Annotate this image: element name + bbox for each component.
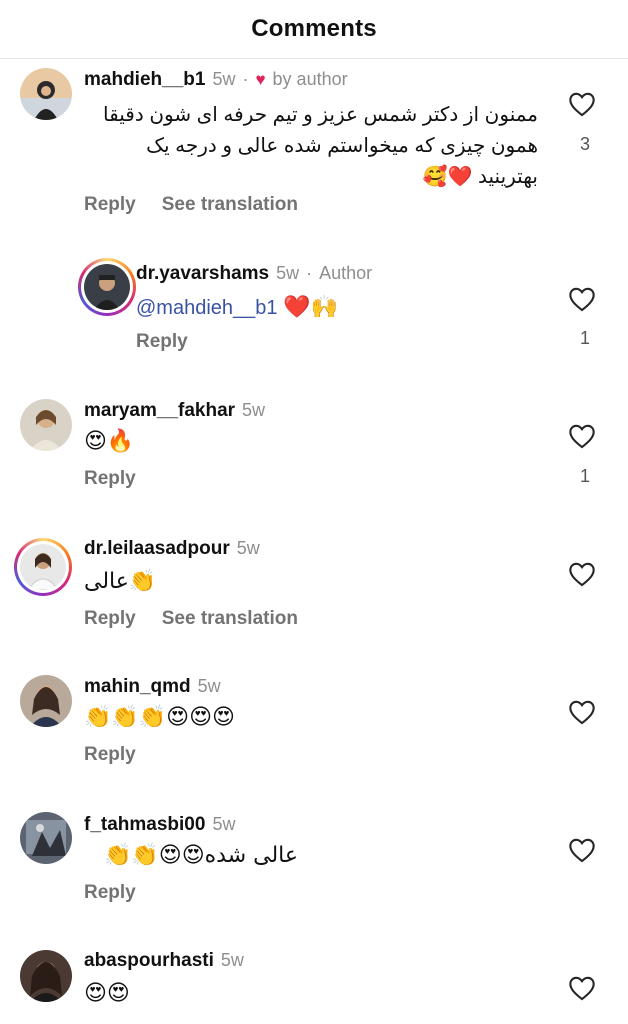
reply-button[interactable]: Reply [84, 608, 136, 630]
avatar-story-ring[interactable] [14, 538, 72, 596]
comment-reply-item: dr.yavarshams 5w · Author @mahdieh__b1 ❤… [0, 258, 628, 368]
username[interactable]: maryam__fakhar [84, 400, 235, 422]
comment-meta: dr.leilaasadpour 5w [84, 538, 260, 560]
comment-actions: Reply [84, 468, 136, 490]
comment-text: ممنون از دکتر شمس عزیز و تیم حرفه ای شون… [84, 100, 538, 193]
comment-emoji: 😍🔥 [84, 429, 135, 454]
like-count: 3 [579, 134, 590, 154]
comment-text: عالی👏 [84, 566, 156, 598]
comments-header: Comments [0, 0, 628, 58]
reply-button[interactable]: Reply [136, 331, 188, 353]
author-badge: Author [319, 263, 373, 283]
timestamp: 5w [276, 263, 300, 283]
reply-button[interactable]: Reply [84, 194, 136, 216]
comment-item: dr.leilaasadpour 5w عالی👏 Reply See tran… [0, 536, 628, 646]
comment-actions: Reply See translation [84, 608, 298, 630]
comment-actions: Reply [136, 331, 188, 353]
avatar[interactable] [20, 812, 72, 864]
liked-by-author-label: by author [272, 69, 348, 89]
avatar[interactable] [20, 675, 72, 727]
heart-outline-icon[interactable] [568, 837, 596, 863]
timestamp: 5w [197, 676, 221, 696]
reply-button[interactable]: Reply [84, 468, 136, 490]
comment-meta: mahin_qmd 5w [84, 676, 221, 698]
comment-meta: abaspourhasti 5w [84, 950, 244, 972]
avatar[interactable] [20, 950, 72, 1002]
header-divider [0, 58, 628, 59]
separator-dot: · [242, 69, 249, 89]
comment-item: f_tahmasbi00 5w عالی شده😍😍👏👏 Reply [0, 812, 628, 922]
timestamp: 5w [236, 538, 260, 558]
username[interactable]: dr.yavarshams [136, 263, 269, 285]
heart-outline-icon[interactable] [568, 423, 596, 449]
mention-link[interactable]: @mahdieh__b1 [136, 297, 278, 319]
comment-emoji: 👏👏👏😍😍😍 [84, 705, 235, 730]
comment-text: @mahdieh__b1 ❤️🙌 [136, 292, 338, 324]
comment-text-line: همون چیزی که میخواستم شده عالی و درجه یک [146, 135, 538, 157]
avatar[interactable] [20, 68, 72, 120]
comment-text: 😍😍 [84, 978, 130, 1010]
comment-actions: Reply [84, 882, 136, 904]
comment-text: 👏👏👏😍😍😍 [84, 702, 235, 734]
heart-filled-icon: ♥ [255, 70, 266, 89]
comment-emoji: عالی شده😍😍👏👏 [103, 843, 298, 868]
reply-button[interactable]: Reply [84, 744, 136, 766]
comment-emoji: ❤️🙌 [283, 295, 338, 320]
avatar-story-ring[interactable] [78, 258, 136, 316]
comment-item: mahdieh__b1 5w · ♥ by author ممنون از دک… [0, 60, 628, 230]
comment-meta: dr.yavarshams 5w · Author [136, 263, 372, 285]
comment-actions: Reply [84, 744, 136, 766]
page-title: Comments [251, 15, 377, 42]
comment-text-line: بهترینید ❤️🥰 [422, 166, 538, 188]
heart-outline-icon[interactable] [568, 286, 596, 312]
avatar[interactable] [20, 399, 72, 451]
comment-item: maryam__fakhar 5w 😍🔥 Reply 1 [0, 396, 628, 506]
timestamp: 5w [212, 814, 236, 834]
see-translation-button[interactable]: See translation [162, 194, 298, 216]
comment-text-line: ممنون از دکتر شمس عزیز و تیم حرفه ای شون… [103, 104, 538, 126]
comment-item: mahin_qmd 5w 👏👏👏😍😍😍 Reply [0, 674, 628, 784]
heart-outline-icon[interactable] [568, 91, 596, 117]
comment-actions: Reply See translation [84, 194, 298, 216]
heart-outline-icon[interactable] [568, 975, 596, 1001]
heart-outline-icon[interactable] [568, 561, 596, 587]
comment-emoji: 😍😍 [84, 981, 130, 1006]
username[interactable]: mahdieh__b1 [84, 69, 205, 91]
username[interactable]: mahin_qmd [84, 676, 191, 698]
separator-dot: · [306, 263, 313, 283]
comment-text: 😍🔥 [84, 426, 134, 458]
comment-emoji: عالی👏 [84, 569, 157, 594]
like-count: 1 [579, 466, 590, 486]
username[interactable]: dr.leilaasadpour [84, 538, 230, 560]
see-translation-button[interactable]: See translation [162, 608, 298, 630]
comment-meta: f_tahmasbi00 5w [84, 814, 235, 836]
comment-meta: mahdieh__b1 5w · ♥ by author [84, 69, 348, 91]
reply-button[interactable]: Reply [84, 882, 136, 904]
comment-meta: maryam__fakhar 5w [84, 400, 265, 422]
timestamp: 5w [220, 950, 244, 970]
like-count: 1 [579, 328, 590, 348]
heart-outline-icon[interactable] [568, 699, 596, 725]
comment-text: عالی شده😍😍👏👏 [84, 840, 298, 872]
username[interactable]: abaspourhasti [84, 950, 214, 972]
username[interactable]: f_tahmasbi00 [84, 814, 205, 836]
timestamp: 5w [242, 400, 266, 420]
comment-item: abaspourhasti 5w 😍😍 [0, 950, 628, 1024]
timestamp: 5w [212, 69, 236, 89]
